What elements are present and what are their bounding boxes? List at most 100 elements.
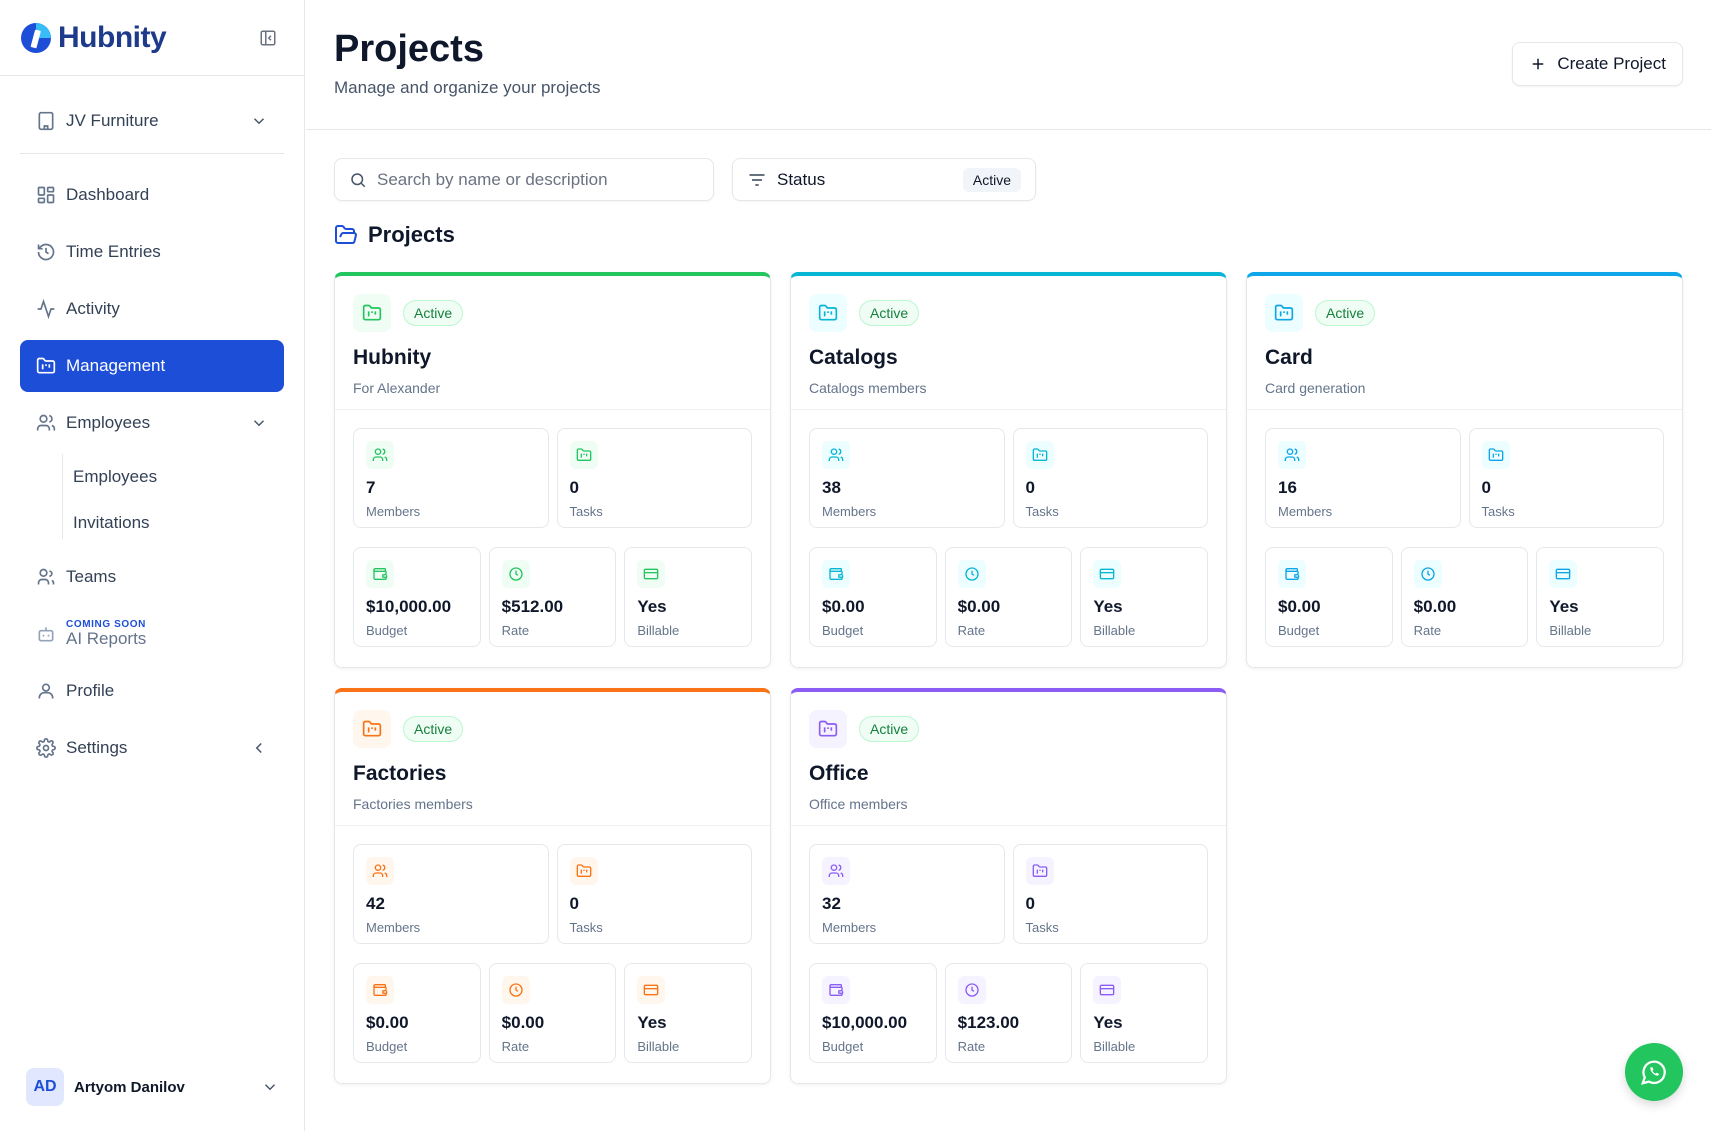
nav-profile[interactable]: Profile bbox=[20, 665, 284, 717]
project-folder-icon-box bbox=[353, 294, 391, 332]
nav-ai-reports[interactable]: COMING SOON AI Reports bbox=[20, 608, 284, 660]
search-input[interactable] bbox=[377, 169, 697, 190]
status-badge: Active bbox=[859, 716, 920, 742]
members-value: 38 bbox=[822, 478, 841, 497]
project-card[interactable]: Active Card Card generation 16 Members 0… bbox=[1246, 272, 1683, 668]
project-name: Card bbox=[1265, 346, 1313, 369]
budget-value: $0.00 bbox=[366, 1013, 409, 1032]
rate-label: Rate bbox=[1413, 623, 1442, 638]
nav-dashboard[interactable]: Dashboard bbox=[20, 169, 284, 221]
create-project-button[interactable]: Create Project bbox=[1512, 42, 1683, 86]
nav-teams-label: Teams bbox=[66, 567, 117, 586]
page-header: Projects Manage and organize your projec… bbox=[306, 0, 1711, 130]
budget-stat: $10,000.00 Budget bbox=[353, 547, 481, 647]
org-switcher[interactable]: JV Furniture bbox=[20, 88, 284, 154]
app-name: Hubnity bbox=[58, 20, 167, 54]
members-stat: 38 Members bbox=[809, 428, 1005, 528]
budget-stat: $0.00 Budget bbox=[353, 963, 481, 1063]
tasks-value: 0 bbox=[1025, 894, 1035, 913]
nav-employees-label: Employees bbox=[66, 413, 151, 432]
rate-stat: $0.00 Rate bbox=[488, 963, 617, 1063]
tasks-value: 0 bbox=[1025, 478, 1035, 497]
clock-icon bbox=[964, 567, 979, 581]
collapse-sidebar-button[interactable] bbox=[256, 26, 280, 50]
members-stat: 16 Members bbox=[1265, 428, 1461, 528]
folder-kanban-icon bbox=[576, 448, 591, 461]
status-filter[interactable]: Status Active bbox=[732, 158, 1036, 201]
card-stats: 42 Members 0 Tasks $0.00 Budget $0.00 Ra… bbox=[335, 826, 770, 1063]
tasks-stat: 0 Tasks bbox=[1468, 428, 1664, 528]
project-grid: Active Hubnity For Alexander 7 Members 0… bbox=[334, 272, 1684, 1084]
page-subtitle: Manage and organize your projects bbox=[334, 78, 601, 97]
rate-stat: $512.00 Rate bbox=[488, 547, 617, 647]
whatsapp-icon bbox=[1641, 1060, 1666, 1085]
members-stat: 32 Members bbox=[809, 844, 1005, 944]
project-card[interactable]: Active Factories Factories members 42 Me… bbox=[334, 688, 771, 1084]
credit-card-icon bbox=[1099, 568, 1115, 580]
folder-kanban-icon bbox=[362, 720, 382, 737]
rate-label: Rate bbox=[501, 1039, 530, 1054]
wallet-icon bbox=[1285, 568, 1300, 580]
nav-teams[interactable]: Teams bbox=[20, 551, 284, 603]
nav-settings[interactable]: Settings bbox=[20, 722, 284, 774]
status-filter-label: Status bbox=[777, 169, 826, 189]
filter-icon bbox=[749, 173, 765, 186]
nav-activity[interactable]: Activity bbox=[20, 283, 284, 335]
project-card[interactable]: Active Office Office members 32 Members … bbox=[790, 688, 1227, 1084]
users-icon bbox=[828, 864, 844, 877]
billable-label: Billable bbox=[1549, 623, 1592, 638]
whatsapp-chat-button[interactable] bbox=[1625, 1043, 1683, 1101]
project-card[interactable]: Active Hubnity For Alexander 7 Members 0… bbox=[334, 272, 771, 668]
project-folder-icon-box bbox=[809, 710, 847, 748]
project-card[interactable]: Active Catalogs Catalogs members 38 Memb… bbox=[790, 272, 1227, 668]
credit-card-icon bbox=[643, 984, 659, 996]
dashboard-icon bbox=[37, 186, 55, 204]
rate-value: $0.00 bbox=[1413, 597, 1457, 616]
budget-stat: $0.00 Budget bbox=[809, 547, 937, 647]
project-folder-icon-box bbox=[353, 710, 391, 748]
members-label: Members bbox=[366, 920, 421, 935]
billable-label: Billable bbox=[1093, 1039, 1136, 1054]
billable-stat: Yes Billable bbox=[1080, 963, 1208, 1063]
users-icon bbox=[372, 864, 388, 877]
billable-label: Billable bbox=[637, 1039, 680, 1054]
members-label: Members bbox=[822, 504, 877, 519]
nav-employees-list[interactable]: Employees bbox=[20, 454, 284, 500]
user-menu[interactable]: AD Artyom Danilov bbox=[20, 1063, 285, 1111]
card-stats: 32 Members 0 Tasks $10,000.00 Budget $12… bbox=[791, 826, 1226, 1063]
card-header: Active Office Office members bbox=[791, 692, 1226, 826]
status-badge: Active bbox=[859, 300, 920, 326]
tasks-label: Tasks bbox=[569, 920, 603, 935]
budget-stat: $0.00 Budget bbox=[1265, 547, 1393, 647]
panel-left-icon bbox=[260, 30, 276, 45]
rate-label: Rate bbox=[957, 623, 986, 638]
create-project-label: Create Project bbox=[1557, 54, 1666, 73]
status-badge: Active bbox=[403, 300, 464, 326]
search-box bbox=[334, 158, 714, 201]
users-icon bbox=[828, 448, 844, 461]
search-icon bbox=[351, 172, 366, 187]
users-icon bbox=[372, 448, 388, 461]
bot-icon bbox=[38, 627, 54, 642]
nav-management[interactable]: Management bbox=[20, 340, 284, 392]
nav-time-entries-label: Time Entries bbox=[66, 242, 161, 261]
members-stat: 7 Members bbox=[353, 428, 549, 528]
rate-value: $512.00 bbox=[501, 597, 564, 616]
budget-value: $10,000.00 bbox=[822, 1013, 908, 1032]
members-value: 32 bbox=[822, 894, 841, 913]
users-icon bbox=[36, 414, 56, 431]
folder-kanban-icon bbox=[818, 720, 838, 737]
plus-icon bbox=[1533, 58, 1544, 70]
credit-card-icon bbox=[643, 568, 659, 580]
logo[interactable]: Hubnity bbox=[20, 20, 167, 55]
budget-label: Budget bbox=[822, 623, 864, 638]
wallet-icon bbox=[829, 984, 844, 996]
folder-kanban-icon bbox=[36, 357, 56, 374]
nav-time-entries[interactable]: Time Entries bbox=[20, 226, 284, 278]
nav-invitations[interactable]: Invitations bbox=[20, 500, 284, 546]
clock-icon bbox=[508, 983, 523, 997]
folder-kanban-icon bbox=[576, 864, 591, 877]
nav-employees[interactable]: Employees bbox=[20, 397, 284, 449]
project-folder-icon-box bbox=[809, 294, 847, 332]
budget-value: $10,000.00 bbox=[366, 597, 452, 616]
